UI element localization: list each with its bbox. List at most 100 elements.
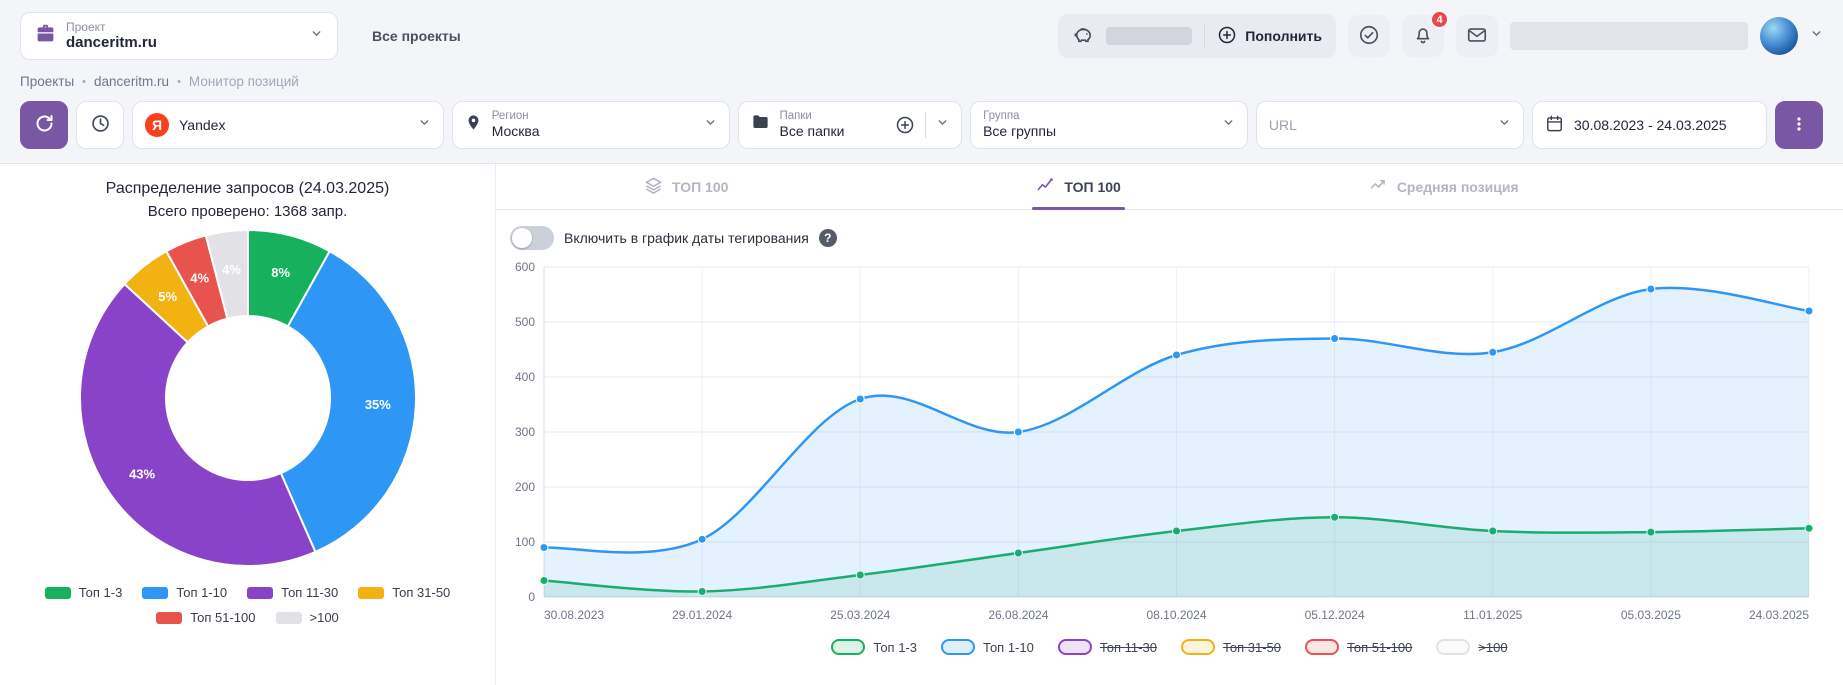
url-placeholder: URL [1269, 117, 1488, 133]
help-icon[interactable]: ? [819, 229, 837, 247]
avatar[interactable] [1760, 17, 1798, 55]
legend-swatch [247, 587, 273, 599]
legend-swatch [45, 587, 71, 599]
breadcrumb: Проекты • danceritm.ru • Монитор позиций [0, 72, 1843, 99]
group-label: Группа [983, 109, 1212, 123]
kebab-menu-icon [1789, 114, 1809, 137]
donut-legend-item[interactable]: Топ 1-3 [45, 585, 123, 600]
main-content: Распределение запросов (24.03.2025) Всег… [0, 163, 1843, 685]
more-options-button[interactable] [1775, 101, 1823, 149]
x-axis-label: 25.03.2024 [830, 608, 890, 622]
topup-button[interactable]: Пополнить [1217, 25, 1322, 48]
add-folder-button[interactable] [895, 115, 915, 135]
breadcrumb-project-name[interactable]: danceritm.ru [94, 74, 169, 89]
x-axis-label: 24.03.2025 [1749, 608, 1809, 622]
y-axis-label: 200 [515, 480, 535, 494]
y-axis-label: 600 [515, 260, 535, 274]
x-axis-label: 11.01.2025 [1463, 608, 1522, 622]
group-select[interactable]: Группа Все группы [970, 101, 1248, 149]
chart-legend-item[interactable]: Топ 11-30 [1058, 639, 1157, 655]
donut-segment-label: 8% [271, 265, 290, 280]
data-point-marker[interactable] [1173, 351, 1181, 359]
data-point-marker[interactable] [856, 395, 864, 403]
legend-swatch [1436, 639, 1470, 655]
region-label: Регион [492, 109, 694, 123]
tab-average-position[interactable]: Средняя позиция [1365, 164, 1523, 209]
chevron-down-icon [936, 116, 949, 134]
tab-top100-table[interactable]: ТОП 100 [640, 164, 732, 209]
project-label: Проект [66, 20, 300, 34]
project-selector[interactable]: Проект danceritm.ru [20, 12, 338, 60]
tab-top100-chart[interactable]: ТОП 100 [1032, 164, 1124, 209]
legend-swatch [831, 639, 865, 655]
redacted-account-name [1510, 22, 1748, 50]
tagging-toggle-row: Включить в график даты тегирования ? [510, 226, 1843, 250]
topbar: Проект danceritm.ru Все проекты Пополнит… [0, 0, 1843, 72]
legend-label: Топ 1-3 [873, 640, 917, 655]
group-value: Все группы [983, 123, 1212, 141]
chart-legend-item[interactable]: Топ 1-3 [831, 639, 917, 655]
legend-label: >100 [310, 610, 339, 625]
trend-line-icon [1369, 176, 1388, 198]
chart-legend-item[interactable]: >100 [1436, 639, 1507, 655]
data-point-marker[interactable] [698, 535, 706, 543]
data-point-marker[interactable] [540, 544, 548, 552]
tasks-button[interactable] [1348, 15, 1390, 57]
notifications-button[interactable]: 4 [1402, 15, 1444, 57]
url-select[interactable]: URL [1256, 101, 1524, 149]
legend-swatch [156, 612, 182, 624]
chart-legend-item[interactable]: Топ 1-10 [941, 639, 1034, 655]
donut-legend-item[interactable]: Топ 1-10 [142, 585, 227, 600]
legend-swatch [1058, 639, 1092, 655]
x-axis-label: 29.01.2024 [672, 608, 732, 622]
messages-button[interactable] [1456, 15, 1498, 57]
donut-legend-item[interactable]: Топ 31-50 [358, 585, 450, 600]
project-name: danceritm.ru [66, 34, 300, 52]
chart-legend-item[interactable]: Топ 31-50 [1181, 639, 1281, 655]
redacted-balance [1106, 27, 1192, 45]
all-projects-link[interactable]: Все проекты [372, 28, 461, 44]
data-point-marker[interactable] [1014, 428, 1022, 436]
refresh-button[interactable] [20, 101, 68, 149]
briefcase-icon [35, 23, 56, 49]
region-select[interactable]: Регион Москва [452, 101, 730, 149]
legend-label: Топ 51-100 [1347, 640, 1412, 655]
y-axis-label: 400 [515, 370, 535, 384]
tab-label: ТОП 100 [1064, 179, 1120, 195]
legend-label: Топ 51-100 [190, 610, 255, 625]
legend-label: Топ 11-30 [281, 585, 338, 600]
tagging-dates-toggle[interactable] [510, 226, 554, 250]
data-point-marker[interactable] [1805, 307, 1813, 315]
donut-legend-item[interactable]: >100 [276, 610, 339, 625]
legend-label: Топ 11-30 [1100, 640, 1157, 655]
data-point-marker[interactable] [1647, 285, 1655, 293]
notifications-badge: 4 [1430, 10, 1449, 29]
chart-legend-item[interactable]: Топ 51-100 [1305, 639, 1412, 655]
donut-segment-label: 35% [364, 397, 390, 412]
layers-icon [644, 176, 663, 198]
filters-toolbar: Я Yandex Регион Москва Папки [0, 99, 1843, 163]
breadcrumb-projects[interactable]: Проекты [20, 74, 74, 89]
search-engine-select[interactable]: Я Yandex [132, 101, 444, 149]
chevron-down-icon [310, 27, 323, 45]
legend-swatch [1305, 639, 1339, 655]
legend-label: Топ 31-50 [392, 585, 450, 600]
chevron-down-icon[interactable] [1810, 27, 1823, 45]
refresh-icon [34, 113, 55, 137]
history-button[interactable] [76, 101, 124, 149]
donut-legend-item[interactable]: Топ 51-100 [156, 610, 255, 625]
plus-circle-icon [1217, 25, 1237, 48]
y-axis-label: 0 [528, 590, 535, 604]
donut-legend-item[interactable]: Топ 11-30 [247, 585, 338, 600]
location-pin-icon [465, 114, 482, 136]
legend-swatch [1181, 639, 1215, 655]
app-root: Проект danceritm.ru Все проекты Пополнит… [0, 0, 1843, 685]
breadcrumb-current: Монитор позиций [189, 74, 299, 89]
chart-line-icon [1036, 176, 1055, 198]
date-range-button[interactable]: 30.08.2023 - 24.03.2025 [1532, 101, 1767, 149]
data-point-marker[interactable] [1489, 348, 1497, 356]
donut-legend: Топ 1-3 Топ 1-10 Топ 11-30 Топ 31-50 Топ 51-… [10, 585, 485, 625]
folders-select[interactable]: Папки Все папки [738, 101, 963, 149]
data-point-marker[interactable] [1331, 335, 1339, 343]
donut-segment-label: 4% [222, 262, 241, 277]
